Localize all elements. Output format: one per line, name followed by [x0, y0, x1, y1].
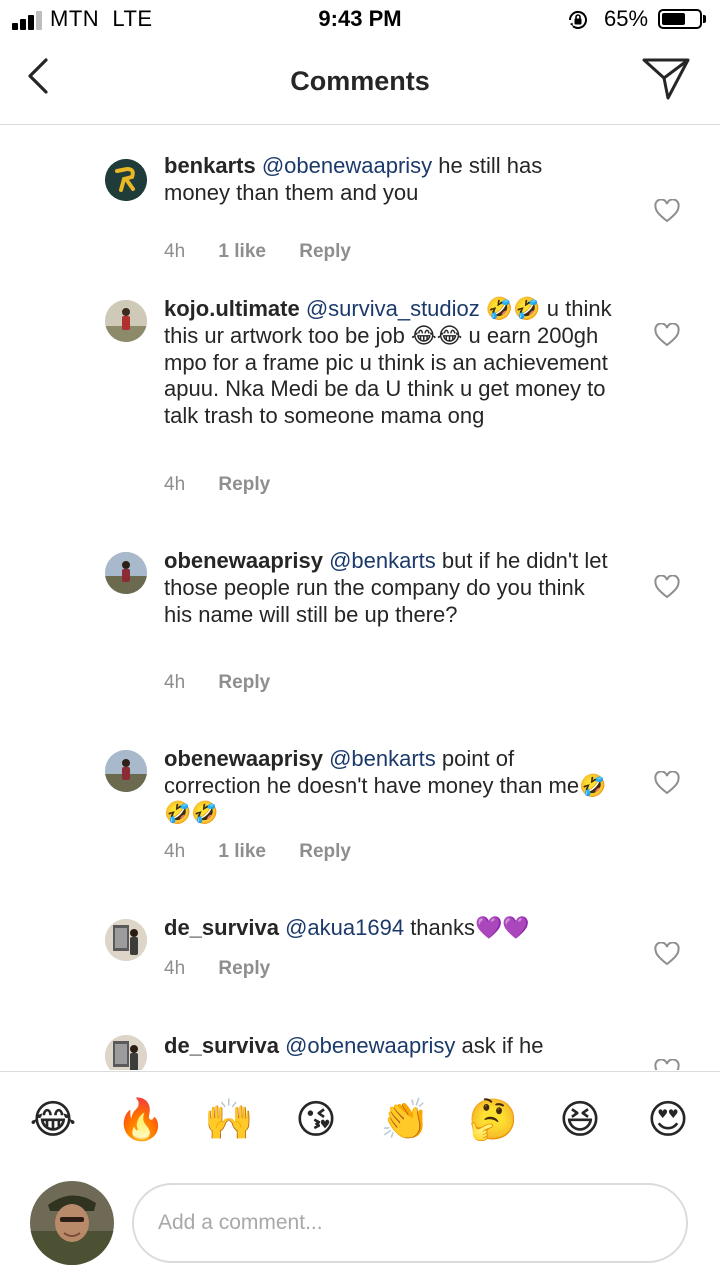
- comment-username[interactable]: obenewaaprisy: [164, 548, 323, 573]
- rotation-lock-icon: [568, 11, 587, 29]
- avatar[interactable]: [105, 300, 147, 342]
- heart-icon[interactable]: [654, 323, 680, 347]
- comment-composer: [0, 1163, 720, 1280]
- reply-button[interactable]: Reply: [218, 672, 270, 693]
- comment-mention[interactable]: @surviva_studioz: [306, 296, 480, 321]
- comment-input[interactable]: [132, 1183, 688, 1263]
- heart-icon[interactable]: [654, 575, 680, 599]
- profile-photo: [105, 750, 147, 792]
- grinning-squint-emoji-button[interactable]: 😆: [556, 1096, 604, 1144]
- comment-text: obenewaaprisy @benkarts but if he didn't…: [164, 548, 614, 628]
- comment-mention[interactable]: @benkarts: [329, 548, 436, 573]
- profile-photo: [105, 1035, 147, 1070]
- blowing-kiss-emoji-button[interactable]: 😘: [292, 1096, 340, 1144]
- comment-username[interactable]: benkarts: [164, 153, 256, 178]
- comments-list[interactable]: benkarts @obenewaaprisy he still has mon…: [0, 125, 720, 1070]
- thinking-emoji-button[interactable]: 🤔: [468, 1096, 518, 1144]
- comment-time: 4h: [164, 474, 186, 495]
- comment-text: obenewaaprisy @benkarts point of correct…: [164, 746, 614, 826]
- comment-time: 4h: [164, 672, 186, 693]
- comment-text: de_surviva @akua1694 thanks💜💜: [164, 915, 614, 942]
- paper-plane-icon: [642, 58, 690, 100]
- avatar[interactable]: [105, 919, 147, 961]
- avatar[interactable]: [105, 750, 147, 792]
- battery-icon: [658, 9, 702, 29]
- comment-username[interactable]: de_surviva: [164, 1033, 279, 1058]
- comment-meta: 4h Reply: [164, 958, 298, 980]
- clapping-hands-emoji-button[interactable]: 👏: [380, 1096, 430, 1144]
- comment-time: 4h: [164, 241, 186, 262]
- comment-meta: 4h 1 like Reply: [164, 841, 379, 863]
- benkarts-logo: [105, 159, 147, 201]
- comment-username[interactable]: de_surviva: [164, 915, 279, 940]
- heart-eyes-emoji-button[interactable]: 😍: [644, 1096, 692, 1144]
- page-title: Comments: [290, 66, 430, 96]
- comment-time: 4h: [164, 841, 186, 862]
- reply-button[interactable]: Reply: [299, 841, 351, 862]
- avatar[interactable]: [30, 1181, 114, 1265]
- comment-username[interactable]: kojo.ultimate: [164, 296, 300, 321]
- heart-icon[interactable]: [654, 771, 680, 795]
- profile-photo: [30, 1181, 114, 1265]
- reply-button[interactable]: Reply: [218, 474, 270, 495]
- comment-username[interactable]: obenewaaprisy: [164, 746, 323, 771]
- comment-mention[interactable]: @akua1694: [285, 915, 404, 940]
- comment-likes[interactable]: 1 like: [218, 841, 266, 862]
- reply-button[interactable]: Reply: [218, 958, 270, 979]
- comment-mention[interactable]: @obenewaaprisy: [285, 1033, 455, 1058]
- profile-photo: [105, 300, 147, 342]
- comment-meta: 4h 1 like Reply: [164, 241, 379, 263]
- share-button[interactable]: [640, 54, 692, 102]
- comment-text: benkarts @obenewaaprisy he still has mon…: [164, 153, 614, 207]
- heart-icon[interactable]: [654, 942, 680, 966]
- header: Comments: [0, 40, 720, 125]
- comment-body: ask if he: [455, 1033, 544, 1058]
- comment-mention[interactable]: @benkarts: [329, 746, 436, 771]
- heart-icon[interactable]: [654, 199, 680, 223]
- reply-button[interactable]: Reply: [299, 241, 351, 262]
- comment-likes[interactable]: 1 like: [218, 241, 266, 262]
- comment-meta: 4h Reply: [164, 474, 298, 496]
- raising-hands-emoji-button[interactable]: 🙌: [204, 1096, 254, 1144]
- avatar[interactable]: [105, 159, 147, 201]
- battery-percent: 65%: [604, 6, 649, 31]
- profile-photo: [105, 919, 147, 961]
- tears-of-joy-emoji-button[interactable]: 😂: [29, 1096, 77, 1144]
- comment-meta: 4h Reply: [164, 672, 298, 694]
- heart-icon[interactable]: [654, 1059, 680, 1070]
- comment-body: thanks💜💜: [404, 915, 530, 940]
- comment-text: kojo.ultimate @surviva_studioz 🤣🤣 u thin…: [164, 296, 614, 430]
- profile-photo: [105, 552, 147, 594]
- fire-emoji-button[interactable]: 🔥: [116, 1096, 166, 1144]
- comment-text: de_surviva @obenewaaprisy ask if he: [164, 1033, 614, 1060]
- comment-time: 4h: [164, 958, 186, 979]
- comment-mention[interactable]: @obenewaaprisy: [262, 153, 432, 178]
- avatar[interactable]: [105, 552, 147, 594]
- status-bar: MTN LTE 9:43 PM 65%: [0, 0, 720, 40]
- avatar[interactable]: [105, 1035, 147, 1070]
- emoji-bar: 😂 🔥 🙌 😘 👏 🤔 😆 😍: [0, 1071, 720, 1164]
- battery-nub: [703, 15, 706, 23]
